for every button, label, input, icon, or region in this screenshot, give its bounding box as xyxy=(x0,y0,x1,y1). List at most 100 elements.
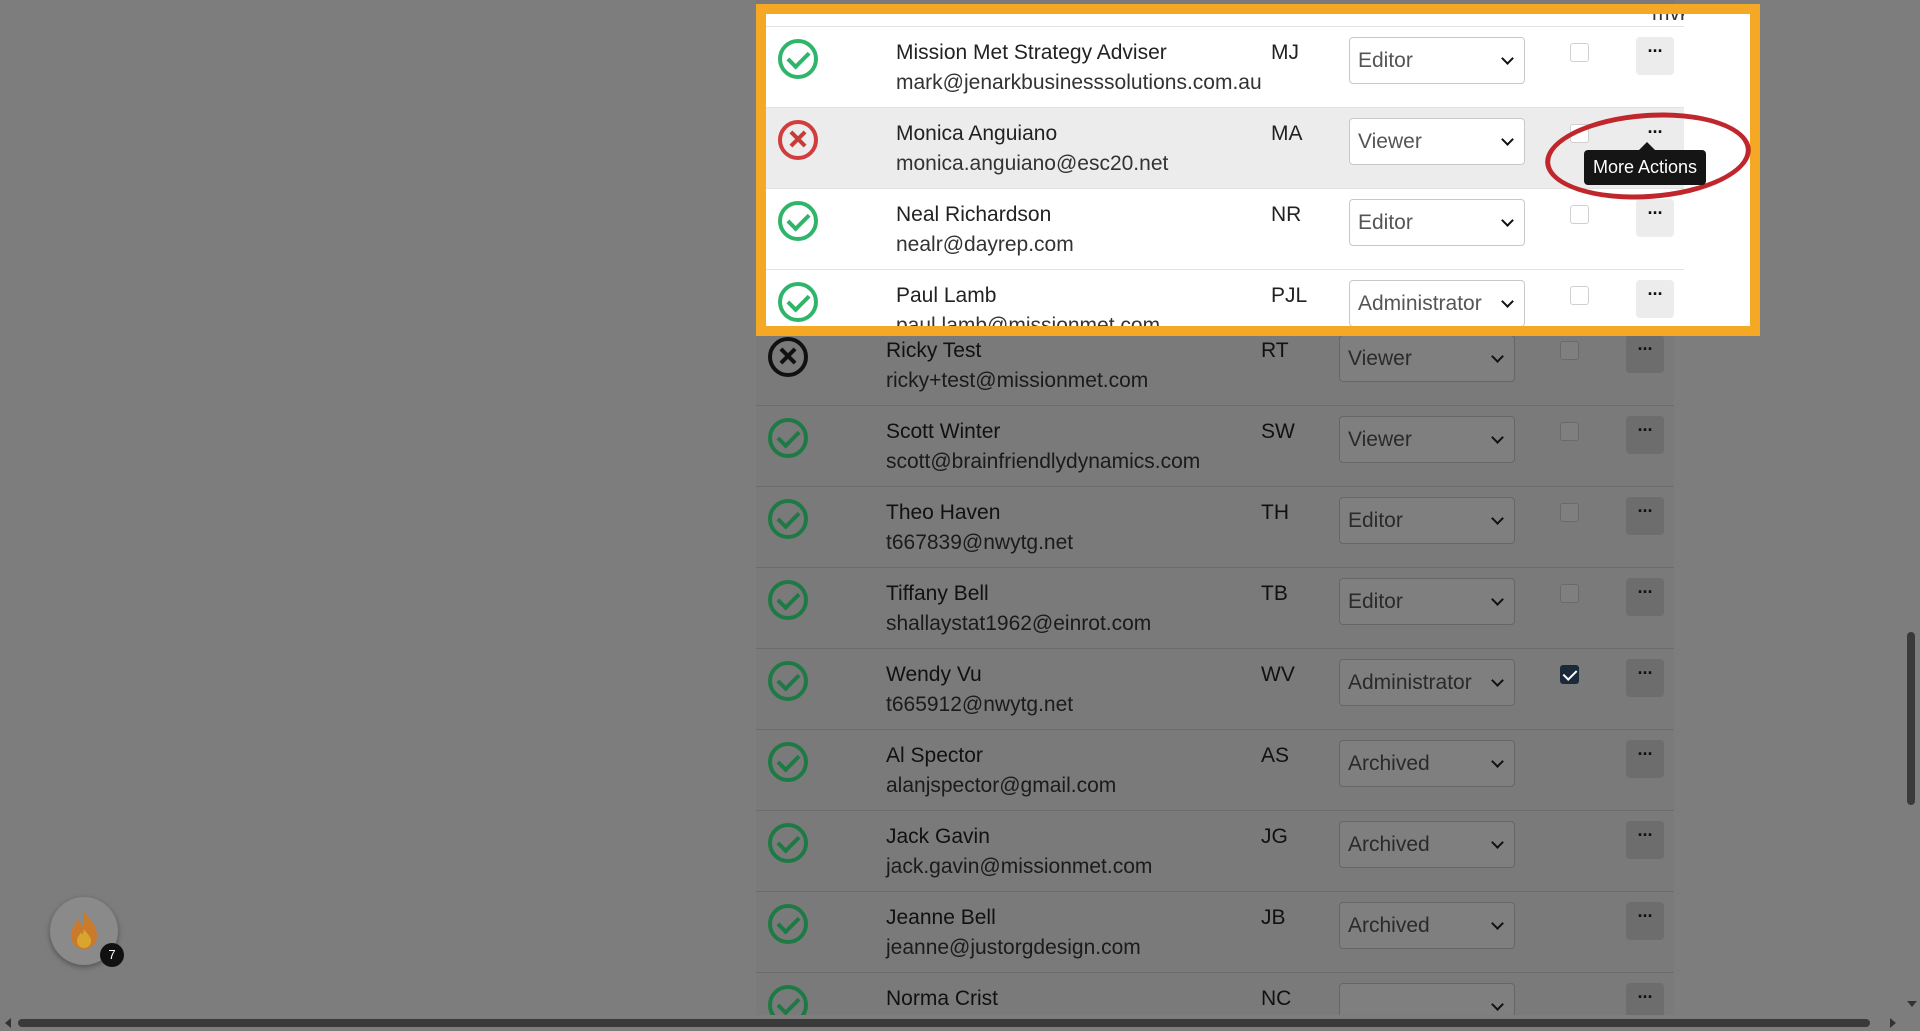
role-select[interactable]: Viewer xyxy=(1339,335,1515,382)
more-actions-button[interactable]: ··· xyxy=(1626,497,1664,535)
user-initials: NR xyxy=(1271,203,1302,226)
status-check-icon xyxy=(768,499,808,539)
user-row: Mission Met Strategy Adviser mark@jenarkb… xyxy=(766,26,1684,107)
chevron-down-icon xyxy=(1491,350,1504,363)
more-actions-button[interactable]: ··· xyxy=(1626,416,1664,454)
status-check-icon xyxy=(778,39,818,79)
status-check-icon xyxy=(768,418,808,458)
user-name: Scott Winter xyxy=(886,420,1001,443)
user-row: Jeanne Bell jeanne@justorgdesign.com JB Arc… xyxy=(756,891,1674,972)
more-actions-button[interactable]: ··· xyxy=(1636,280,1674,318)
row-checkbox[interactable] xyxy=(1570,286,1589,305)
row-checkbox[interactable] xyxy=(1560,341,1579,360)
chevron-down-icon xyxy=(1491,755,1504,768)
user-initials: SW xyxy=(1261,420,1295,443)
user-initials: TB xyxy=(1261,582,1288,605)
role-select[interactable]: Administrator xyxy=(1339,659,1515,706)
chevron-down-icon xyxy=(1501,133,1514,146)
user-row: Al Spector alanjspector@gmail.com AS Archiv… xyxy=(756,729,1674,810)
status-check-icon xyxy=(768,580,808,620)
user-initials: MA xyxy=(1271,122,1303,145)
chevron-down-icon xyxy=(1491,917,1504,930)
notification-count-badge: 7 xyxy=(100,943,124,967)
role-select[interactable]: Archived xyxy=(1339,902,1515,949)
row-checkbox[interactable] xyxy=(1560,422,1579,441)
user-initials: PJL xyxy=(1271,284,1308,307)
scroll-down-arrow-icon[interactable] xyxy=(1907,1001,1917,1007)
role-select[interactable]: Editor xyxy=(1339,497,1515,544)
scroll-right-arrow-icon[interactable] xyxy=(1890,1018,1896,1028)
chevron-down-icon xyxy=(1501,214,1514,227)
vertical-scrollbar[interactable] xyxy=(1903,0,1920,1015)
role-select[interactable]: Editor xyxy=(1349,37,1525,84)
more-actions-button[interactable]: ··· xyxy=(1626,335,1664,373)
role-select-value: Archived xyxy=(1348,752,1430,775)
user-name: Jeanne Bell xyxy=(886,906,996,929)
flame-icon xyxy=(71,911,97,949)
user-name: Al Spector xyxy=(886,744,983,767)
chevron-down-icon xyxy=(1501,52,1514,65)
role-select[interactable]: Administrator xyxy=(1349,280,1525,326)
page: Ricky Test ricky+test@missionmet.com RT Vie… xyxy=(0,0,1920,1031)
more-actions-button[interactable]: ··· xyxy=(1636,37,1674,75)
more-actions-tooltip: More Actions xyxy=(1584,142,1707,185)
row-checkbox[interactable] xyxy=(1560,584,1579,603)
user-row: Tiffany Bell shallaystat1962@einrot.com TB… xyxy=(756,567,1674,648)
user-email: nealr@dayrep.com xyxy=(896,233,1074,256)
user-email: jeanne@justorgdesign.com xyxy=(886,936,1141,959)
role-select[interactable]: Archived xyxy=(1339,740,1515,787)
row-checkbox[interactable] xyxy=(1570,43,1589,62)
user-email: monica.anguiano@esc20.net xyxy=(896,152,1169,175)
role-select[interactable]: Editor xyxy=(1339,578,1515,625)
status-check-icon xyxy=(768,823,808,863)
role-select-value: Viewer xyxy=(1358,130,1422,153)
scroll-left-arrow-icon[interactable] xyxy=(5,1018,11,1028)
status-inactive-icon xyxy=(768,337,808,377)
horizontal-scroll-thumb[interactable] xyxy=(18,1019,1870,1027)
role-select-value: Viewer xyxy=(1348,347,1412,370)
vertical-scroll-thumb[interactable] xyxy=(1907,632,1915,805)
more-actions-button[interactable]: ··· xyxy=(1626,902,1664,940)
user-row: Theo Haven t667839@nwytg.net TH Editor ··· xyxy=(756,486,1674,567)
user-name: Mission Met Strategy Adviser xyxy=(896,41,1167,64)
status-error-icon xyxy=(778,120,818,160)
user-row: Neal Richardson nealr@dayrep.com NR Editor ·… xyxy=(766,188,1684,269)
row-checkbox[interactable] xyxy=(1560,665,1579,684)
user-name: Tiffany Bell xyxy=(886,582,989,605)
user-initials: WV xyxy=(1261,663,1295,686)
more-actions-button[interactable]: ··· xyxy=(1636,199,1674,237)
more-actions-button[interactable]: ··· xyxy=(1626,659,1664,697)
horizontal-scrollbar[interactable] xyxy=(0,1015,1903,1031)
more-actions-button[interactable]: ··· xyxy=(1626,740,1664,778)
user-name: Paul Lamb xyxy=(896,284,997,307)
partial-email-peek: mvk@caasev.abb xyxy=(1652,14,1684,26)
row-checkbox[interactable] xyxy=(1570,205,1589,224)
user-email: scott@brainfriendlydynamics.com xyxy=(886,450,1201,473)
user-initials: TH xyxy=(1261,501,1289,524)
user-email: t667839@nwytg.net xyxy=(886,531,1074,554)
user-name: Neal Richardson xyxy=(896,203,1052,226)
status-check-icon xyxy=(768,661,808,701)
role-select[interactable]: Archived xyxy=(1339,821,1515,868)
user-initials: NC xyxy=(1261,987,1292,1010)
role-select-value: Editor xyxy=(1358,49,1413,72)
user-initials: RT xyxy=(1261,339,1289,362)
user-row: Monica Anguiano monica.anguiano@esc20.net… xyxy=(766,107,1684,188)
role-select[interactable]: Editor xyxy=(1349,199,1525,246)
more-actions-button[interactable]: ··· xyxy=(1626,578,1664,616)
user-row: Jack Gavin jack.gavin@missionmet.com JG Arc… xyxy=(756,810,1674,891)
user-name: Wendy Vu xyxy=(886,663,982,686)
status-check-icon xyxy=(778,201,818,241)
chevron-down-icon xyxy=(1491,431,1504,444)
user-email: jack.gavin@missionmet.com xyxy=(886,855,1153,878)
user-name: Norma Crist xyxy=(886,987,999,1010)
role-select[interactable]: Viewer xyxy=(1339,416,1515,463)
row-checkbox[interactable] xyxy=(1560,503,1579,522)
more-actions-button[interactable]: ··· xyxy=(1626,821,1664,859)
status-check-icon xyxy=(768,742,808,782)
user-initials: JG xyxy=(1261,825,1288,848)
user-email: mark@jenarkbusinesssolutions.com.au xyxy=(896,71,1262,94)
role-select-value: Editor xyxy=(1348,590,1403,613)
role-select[interactable]: Viewer xyxy=(1349,118,1525,165)
user-name: Jack Gavin xyxy=(886,825,990,848)
